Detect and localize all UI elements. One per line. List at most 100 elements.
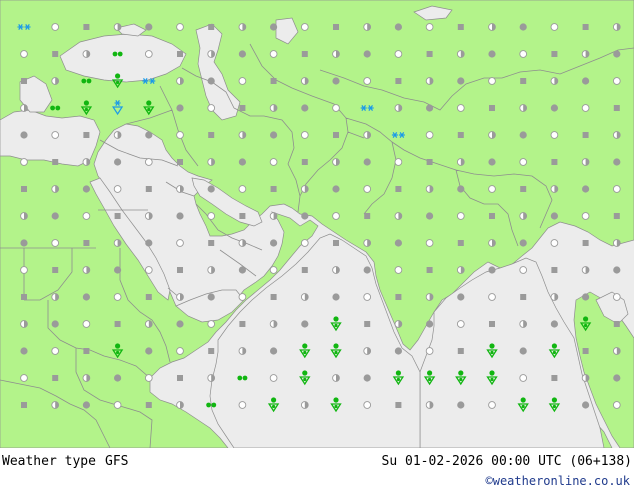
weather-dot (145, 186, 152, 192)
weather-dot (581, 104, 590, 112)
weather-dot (582, 240, 589, 246)
weather-dot (425, 77, 434, 85)
weather-dot (457, 24, 464, 30)
weather-dot (270, 131, 278, 139)
weather-dot (20, 266, 28, 274)
weather-dot (425, 131, 434, 139)
weather-dot (51, 185, 60, 193)
weather-dot (426, 104, 434, 112)
weather-dot (519, 320, 528, 328)
weather-dot (238, 347, 247, 355)
weather-dot (613, 374, 621, 382)
weather-dot (144, 374, 153, 382)
weather-dot (270, 347, 278, 355)
weather-dot (207, 77, 215, 85)
weather-dot (582, 185, 590, 193)
weather-dot (456, 50, 465, 58)
weather-dot (363, 77, 372, 85)
weather-dot (612, 239, 621, 247)
weather-dot (239, 321, 246, 327)
weather-dot (457, 132, 464, 138)
weather-dot (82, 374, 91, 382)
valid-time-label: Su 01-02-2026 00:00 UTC (06+138) (381, 454, 632, 469)
weather-dot (332, 185, 340, 193)
weather-dot (176, 347, 184, 355)
weather-dot (612, 347, 621, 355)
weather-dot (363, 239, 372, 247)
weather-dot (83, 240, 90, 246)
weather-dot (207, 374, 216, 382)
weather-dot (238, 293, 247, 301)
weather-dot (301, 212, 309, 220)
weather-dot (177, 159, 183, 165)
weather-dot (394, 266, 403, 274)
weather-dot (550, 23, 559, 31)
weather-dot (395, 78, 402, 84)
weather-dot (519, 23, 527, 31)
model-label: GFS (105, 454, 129, 469)
weather-dot (144, 320, 153, 328)
weather-dot (582, 24, 589, 30)
weather-dot (488, 239, 496, 247)
weather-dot (176, 293, 184, 301)
weather-dot (82, 320, 91, 328)
weather-dot (177, 267, 183, 273)
weather-dot (51, 131, 60, 139)
weather-dot (582, 132, 589, 138)
weather-dot (457, 77, 465, 85)
weather-dot (51, 401, 60, 409)
weather-dot (114, 266, 122, 274)
weather-dot (457, 293, 465, 301)
weather-dot (394, 104, 403, 112)
weather-dot (21, 294, 27, 300)
weather-dot (363, 266, 371, 274)
weather-dot (145, 402, 152, 408)
weather-dot (207, 50, 216, 58)
weather-dot (301, 51, 308, 57)
weather-dot (270, 78, 277, 84)
weather-dot (301, 159, 308, 165)
weather-dot (363, 374, 371, 382)
weather-dot (20, 50, 28, 58)
weather-dot (300, 401, 309, 409)
weather-dot (519, 104, 528, 112)
weather-dot (332, 293, 340, 301)
weather-dot (20, 104, 28, 112)
weather-dot (238, 50, 246, 58)
weather-dot (582, 293, 590, 301)
weather-dot (519, 347, 527, 355)
weather-dot (300, 23, 309, 31)
weather-dot (456, 320, 465, 328)
weather-dot (394, 23, 402, 31)
weather-dot (394, 320, 403, 328)
credit-link[interactable]: ©weatheronline.co.uk (486, 474, 631, 488)
weather-dot (301, 104, 309, 112)
weather-dot (270, 186, 277, 192)
weather-dot (489, 105, 495, 111)
weather-dot (394, 158, 403, 166)
weather-dot (207, 104, 216, 112)
weather-dot (550, 131, 559, 139)
weather-dot (550, 212, 559, 220)
weather-dot (425, 239, 434, 247)
weather-dot (145, 239, 153, 247)
weather-dot (300, 77, 309, 85)
weather-dot (113, 131, 122, 139)
weather-dot (456, 212, 465, 220)
weather-dot (612, 23, 621, 31)
weather-dot (177, 51, 183, 57)
weather-dot (269, 158, 278, 166)
weather-dot (613, 158, 621, 166)
weather-dot (301, 320, 309, 328)
weather-dot (456, 104, 465, 112)
weather-dot (208, 24, 215, 30)
weather-dot (52, 375, 59, 381)
weather-dot (613, 266, 621, 274)
weather-dot (52, 267, 59, 273)
weather-dot (364, 321, 371, 327)
weather-map[interactable] (0, 0, 634, 448)
weather-dot (83, 348, 90, 354)
weather-dot (238, 158, 246, 166)
weather-dot (176, 401, 184, 409)
weather-dot (82, 50, 91, 58)
